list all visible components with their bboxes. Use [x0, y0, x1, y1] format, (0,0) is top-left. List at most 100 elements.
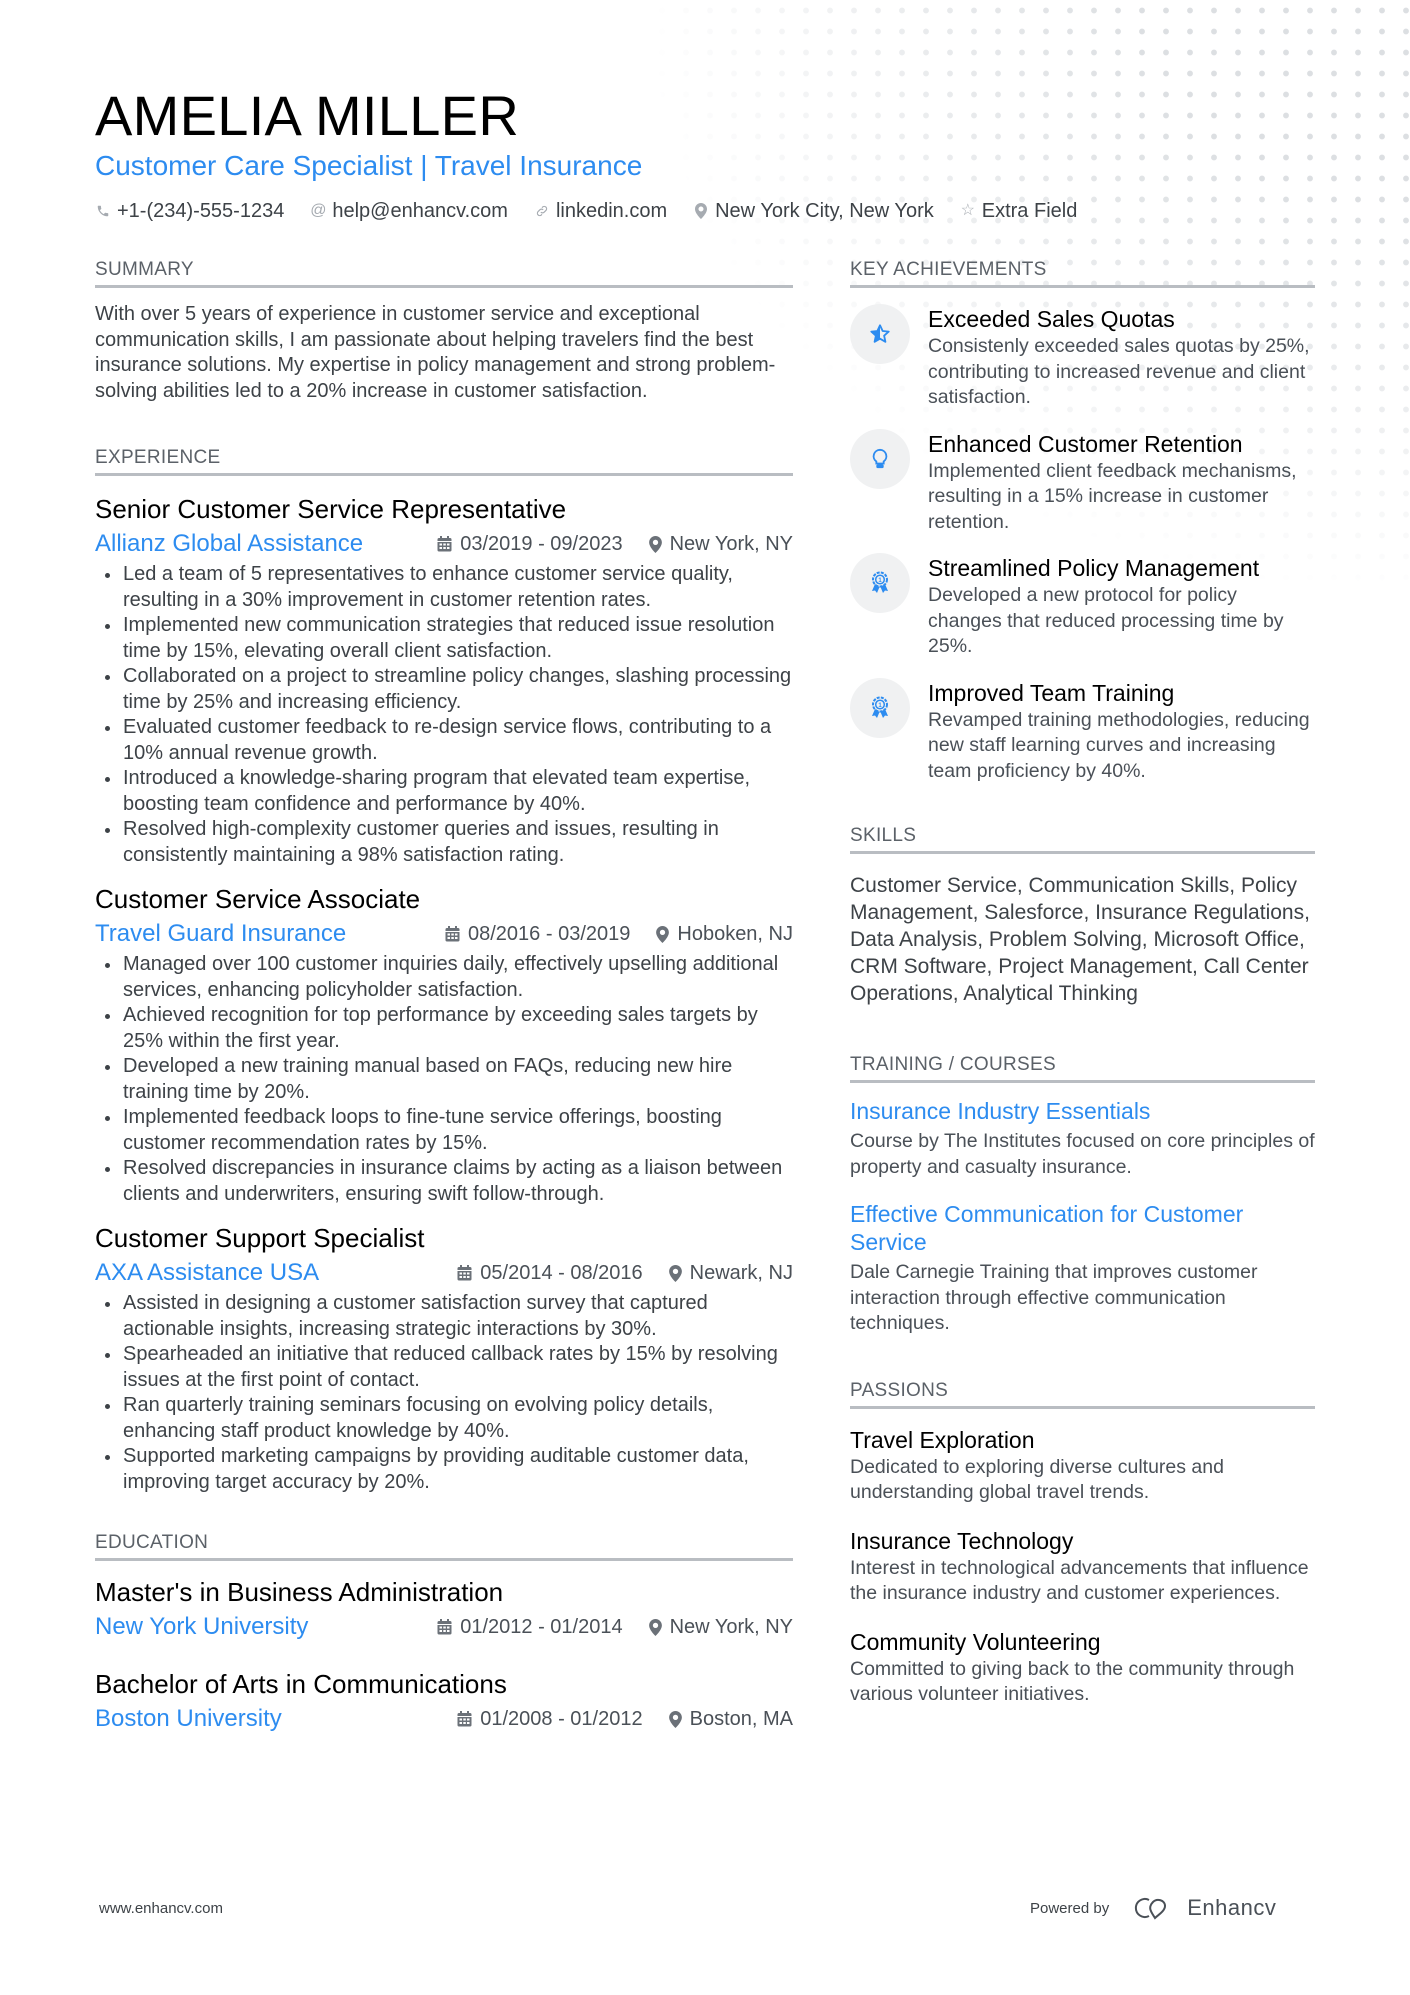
achievement-description: Consistenly exceeded sales quotas by 25%…: [928, 335, 1310, 408]
education-heading: EDUCATION: [95, 1531, 793, 1561]
job-dates: 03/2019 - 09/2023: [437, 532, 623, 556]
company-name[interactable]: Allianz Global Assistance: [95, 528, 363, 560]
contact-linkedin[interactable]: linkedin.com: [534, 198, 667, 224]
candidate-title: Customer Care Specialist | Travel Insura…: [95, 150, 643, 181]
education-dates: 01/2012 - 01/2014: [437, 1615, 623, 1639]
star-icon: ☆: [960, 202, 975, 219]
skills-heading: SKILLS: [850, 824, 1315, 854]
job-bullet: Resolved high-complexity customer querie…: [95, 817, 793, 868]
achievement-item: 1 Streamlined Policy Management Develope…: [850, 553, 1315, 660]
achievement-item: 1 Improved Team Training Revamped traini…: [850, 677, 1315, 785]
contact-extra: ☆ Extra Field: [960, 198, 1078, 224]
achievements-section: KEY ACHIEVEMENTS Exceeded Sales Quotas C…: [850, 258, 1315, 784]
achievement-body: Improved Team Training Revamped training…: [928, 678, 1315, 785]
course-title[interactable]: Insurance Industry Essentials: [850, 1097, 1315, 1125]
job-bullet: Assisted in designing a customer satisfa…: [95, 1291, 793, 1342]
job-location-text: Hoboken, NJ: [677, 922, 793, 945]
achievement-title: Streamlined Policy Management: [928, 555, 1260, 581]
job-bullet: Collaborated on a project to streamline …: [95, 664, 793, 715]
achievement-title: Enhanced Customer Retention: [928, 430, 1243, 457]
contact-email[interactable]: @ help@enhancv.com: [310, 198, 508, 224]
achievement-body: Enhanced Customer Retention Implemented …: [928, 429, 1315, 536]
degree-title: Bachelor of Arts in Communications: [95, 1669, 507, 1699]
education-meta: Boston University 01/2008 - 01/2012 Bost…: [95, 1703, 793, 1735]
passion-item: Community Volunteering Committed to givi…: [850, 1627, 1315, 1708]
company-name[interactable]: Travel Guard Insurance: [95, 918, 346, 950]
job-bullets: Led a team of 5 representatives to enhan…: [95, 562, 793, 868]
contact-linkedin-text: linkedin.com: [555, 200, 668, 222]
passion-title: Travel Exploration: [850, 1426, 1035, 1453]
job-bullet: Spearheaded an initiative that reduced c…: [95, 1342, 793, 1393]
job-dates-text: 08/2016 - 03/2019: [468, 922, 631, 945]
job-location: Newark, NJ: [668, 1261, 793, 1285]
footer-branding: Powered by Enhancv: [1030, 1895, 1276, 1921]
award-ribbon-icon: 1: [850, 677, 910, 738]
education-details: 01/2012 - 01/2014 New York, NY: [437, 1616, 793, 1639]
experience-item: Senior Customer Service Representative A…: [95, 492, 793, 868]
summary-text: With over 5 years of experience in custo…: [95, 303, 776, 402]
location-pin-icon: [648, 1618, 662, 1636]
job-details: 08/2016 - 03/2019 Hoboken, NJ: [445, 923, 793, 946]
contact-location: New York City, New York: [693, 198, 934, 224]
job-location-text: New York, NY: [669, 532, 793, 555]
job-bullet: Achieved recognition for top performance…: [95, 1003, 793, 1054]
achievement-body: Exceeded Sales Quotas Consistenly exceed…: [928, 304, 1315, 411]
location-pin-icon: [668, 1710, 682, 1728]
job-dates: 05/2014 - 08/2016: [457, 1261, 643, 1285]
training-heading: TRAINING / COURSES: [850, 1053, 1315, 1083]
experience-section: EXPERIENCE Senior Customer Service Repre…: [95, 446, 793, 1495]
education-item: Bachelor of Arts in Communications Bosto…: [95, 1667, 793, 1735]
job-bullet: Supported marketing campaigns by providi…: [95, 1444, 793, 1495]
location-pin-icon: [656, 925, 670, 943]
contact-phone[interactable]: +1-(234)-555-1234: [95, 198, 284, 224]
footer-website[interactable]: www.enhancv.com: [99, 1900, 223, 1917]
enhancv-logo[interactable]: Enhancv: [1133, 1895, 1276, 1921]
job-bullet: Introduced a knowledge-sharing program t…: [95, 766, 793, 817]
course-item: Effective Communication for Customer Ser…: [850, 1200, 1315, 1337]
passions-section: PASSIONS Travel Exploration Dedicated to…: [850, 1379, 1315, 1708]
achievement-body: Streamlined Policy Management Developed …: [928, 553, 1315, 660]
link-icon: [534, 204, 550, 218]
job-bullet: Implemented new communication strategies…: [95, 613, 793, 664]
contact-bar: +1-(234)-555-1234 @ help@enhancv.com lin…: [95, 198, 1325, 224]
resume-header: AMELIA MILLER Customer Care Specialist |…: [95, 84, 1325, 224]
achievement-description: Revamped training methodologies, reducin…: [928, 708, 1310, 782]
right-column: KEY ACHIEVEMENTS Exceeded Sales Quotas C…: [850, 258, 1315, 1708]
school-name[interactable]: New York University: [95, 1611, 308, 1643]
achievement-title: Exceeded Sales Quotas: [928, 306, 1175, 332]
course-title[interactable]: Effective Communication for Customer Ser…: [850, 1200, 1315, 1256]
job-bullet: Resolved discrepancies in insurance clai…: [95, 1156, 793, 1207]
phone-icon: [95, 204, 111, 218]
passion-item: Insurance Technology Interest in technol…: [850, 1526, 1315, 1607]
contact-location-text: New York City, New York: [715, 200, 934, 222]
job-dates-text: 05/2014 - 08/2016: [480, 1261, 643, 1284]
summary-heading: SUMMARY: [95, 258, 793, 288]
education-dates-text: 01/2008 - 01/2012: [480, 1707, 643, 1730]
at-icon: @: [310, 202, 327, 219]
school-name[interactable]: Boston University: [95, 1703, 282, 1735]
job-bullet: Led a team of 5 representatives to enhan…: [95, 562, 793, 613]
education-dates-text: 01/2012 - 01/2014: [460, 1615, 623, 1638]
enhancv-logo-icon: [1135, 1898, 1167, 1920]
company-name[interactable]: AXA Assistance USA: [95, 1257, 319, 1289]
job-title: Customer Support Specialist: [95, 1223, 425, 1253]
award-ribbon-icon: 1: [850, 553, 910, 613]
job-bullet: Ran quarterly training seminars focusing…: [95, 1393, 793, 1444]
calendar-icon: [445, 926, 460, 942]
achievements-heading: KEY ACHIEVEMENTS: [850, 258, 1315, 288]
job-bullet: Implemented feedback loops to fine-tune …: [95, 1105, 793, 1156]
passion-title: Community Volunteering: [850, 1628, 1101, 1655]
job-details: 03/2019 - 09/2023 New York, NY: [437, 533, 793, 556]
job-location-text: Newark, NJ: [689, 1261, 793, 1284]
job-meta: Travel Guard Insurance 08/2016 - 03/2019…: [95, 918, 793, 950]
contact-extra-text: Extra Field: [981, 200, 1078, 222]
lightbulb-icon: [850, 428, 910, 489]
course-description: Course by The Institutes focused on core…: [850, 1130, 1315, 1178]
powered-by-label: Powered by: [1030, 1899, 1110, 1917]
calendar-icon: [437, 536, 452, 552]
location-pin-icon: [693, 203, 709, 219]
experience-heading: EXPERIENCE: [95, 446, 793, 476]
job-dates-text: 03/2019 - 09/2023: [460, 532, 623, 555]
passion-item: Travel Exploration Dedicated to explorin…: [850, 1425, 1315, 1506]
skills-section: SKILLS Customer Service, Communication S…: [850, 824, 1315, 1007]
